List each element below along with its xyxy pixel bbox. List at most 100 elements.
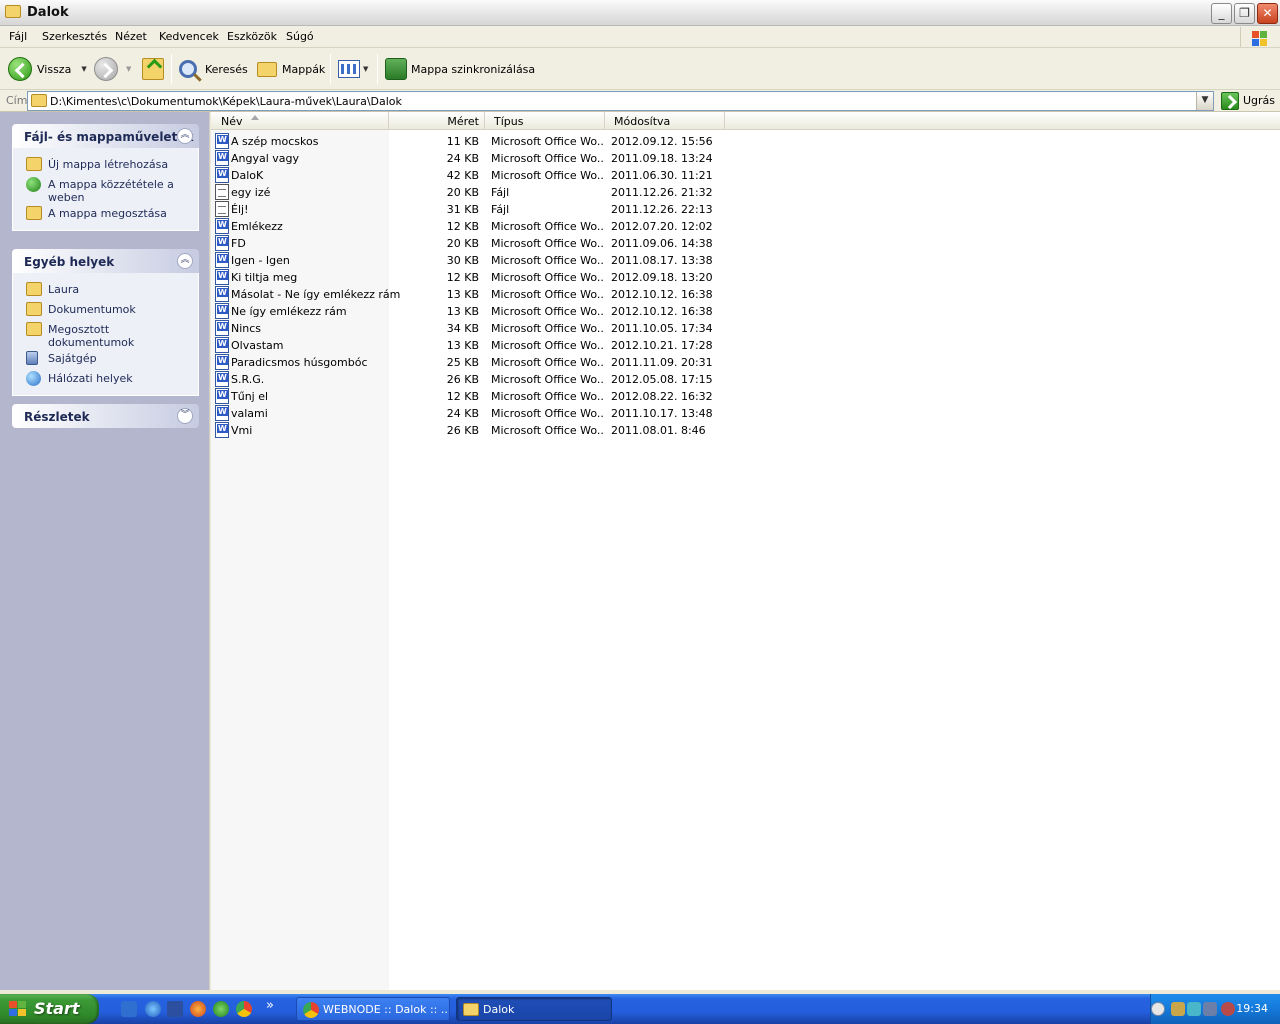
up-button[interactable] bbox=[142, 56, 164, 82]
utorrent-icon[interactable] bbox=[213, 1001, 229, 1017]
go-arrow-icon[interactable] bbox=[1221, 92, 1239, 110]
file-row[interactable]: Igen - Igen 30 KB Microsoft Office Wo... 20… bbox=[211, 252, 731, 269]
file-row[interactable]: A szép mocskos 11 KB Microsoft Office Wo..… bbox=[211, 133, 731, 150]
file-modified: 2011.10.17. 13:48 bbox=[611, 407, 713, 420]
tray-security-icon[interactable] bbox=[1221, 1002, 1235, 1016]
file-name[interactable]: valami bbox=[231, 407, 268, 420]
file-name[interactable]: Másolat - Ne így emlékezz rám bbox=[231, 288, 400, 301]
file-name[interactable]: FD bbox=[231, 237, 246, 250]
menu-file[interactable]: Fájl bbox=[9, 30, 27, 43]
file-name[interactable]: A szép mocskos bbox=[231, 135, 318, 148]
views-button[interactable]: ▼ bbox=[338, 56, 368, 82]
menu-view[interactable]: Nézet bbox=[115, 30, 147, 43]
file-name[interactable]: Ne így emlékezz rám bbox=[231, 305, 347, 318]
file-row[interactable]: DaloK 42 KB Microsoft Office Wo... 2011.06.… bbox=[211, 167, 731, 184]
forward-button[interactable]: ▼ bbox=[94, 56, 131, 82]
collapse-chevron-icon[interactable]: ︽ bbox=[177, 253, 193, 269]
file-name[interactable]: Paradicsmos húsgombóc bbox=[231, 356, 368, 369]
file-name[interactable]: S.R.G. bbox=[231, 373, 264, 386]
restore-button[interactable]: ❐ bbox=[1234, 3, 1255, 24]
back-button[interactable]: Vissza ▼ bbox=[8, 56, 87, 82]
back-dropdown-icon[interactable]: ▼ bbox=[81, 65, 86, 73]
close-button[interactable]: ✕ bbox=[1257, 3, 1278, 24]
file-name[interactable]: Igen - Igen bbox=[231, 254, 290, 267]
word-document-icon bbox=[215, 235, 229, 251]
menu-favorites[interactable]: Kedvencek bbox=[159, 30, 219, 43]
taskbar-button-dalok[interactable]: Dalok bbox=[456, 997, 612, 1021]
search-button[interactable]: Keresés bbox=[179, 56, 248, 82]
tray-network-icon[interactable] bbox=[1171, 1002, 1185, 1016]
file-row[interactable]: Másolat - Ne így emlékezz rám 13 KB Micros… bbox=[211, 286, 731, 303]
minimize-button[interactable]: _ bbox=[1211, 3, 1232, 24]
file-row[interactable]: Tűnj el 12 KB Microsoft Office Wo... 2012.0… bbox=[211, 388, 731, 405]
clock[interactable]: 19:34 bbox=[1236, 1002, 1268, 1015]
go-button[interactable]: Ugrás bbox=[1243, 94, 1275, 107]
details-panel: Részletek ︾ bbox=[12, 404, 199, 428]
file-row[interactable]: FD 20 KB Microsoft Office Wo... 2011.09.06.… bbox=[211, 235, 731, 252]
save-disk-icon[interactable] bbox=[167, 1001, 183, 1017]
column-headers: Név Méret Típus Módosítva bbox=[211, 112, 1280, 130]
quicklaunch-more-icon[interactable]: » bbox=[266, 998, 274, 1013]
file-name[interactable]: Élj! bbox=[231, 203, 248, 216]
forward-dropdown-icon[interactable]: ▼ bbox=[126, 65, 131, 73]
chrome-icon[interactable] bbox=[236, 1001, 252, 1017]
file-name[interactable]: Angyal vagy bbox=[231, 152, 299, 165]
place-network[interactable]: Hálózati helyek bbox=[13, 369, 198, 389]
place-my-computer[interactable]: Sajátgép bbox=[13, 349, 198, 369]
file-name[interactable]: Ki tiltja meg bbox=[231, 271, 297, 284]
place-shared-documents[interactable]: Megosztott dokumentumok bbox=[13, 320, 198, 349]
menu-edit[interactable]: Szerkesztés bbox=[42, 30, 107, 43]
column-header-size[interactable]: Méret bbox=[389, 112, 485, 130]
collapse-chevron-icon[interactable]: ︽ bbox=[177, 128, 193, 144]
file-row[interactable]: Olvastam 13 KB Microsoft Office Wo... 2012.… bbox=[211, 337, 731, 354]
title-bar[interactable]: Dalok _ ❐ ✕ bbox=[0, 0, 1280, 26]
column-header-name[interactable]: Név bbox=[211, 112, 389, 130]
place-laura[interactable]: Laura bbox=[13, 280, 198, 300]
word-document-icon bbox=[215, 269, 229, 285]
file-row[interactable]: egy izé 20 KB Fájl 2011.12.26. 21:32 bbox=[211, 184, 731, 201]
file-row[interactable]: Paradicsmos húsgombóc 25 KB Microsoft Offi… bbox=[211, 354, 731, 371]
column-header-modified[interactable]: Módosítva bbox=[605, 112, 725, 130]
firefox-icon[interactable] bbox=[190, 1001, 206, 1017]
file-row[interactable]: valami 24 KB Microsoft Office Wo... 2011.10… bbox=[211, 405, 731, 422]
address-path[interactable]: D:\Kimentes\c\Dokumentumok\Képek\Laura-m… bbox=[50, 95, 402, 108]
file-row[interactable]: Élj! 31 KB Fájl 2011.12.26. 22:13 bbox=[211, 201, 731, 218]
file-name[interactable]: Emlékezz bbox=[231, 220, 283, 233]
show-desktop-icon[interactable] bbox=[121, 1001, 137, 1017]
taskbar-button-webnode[interactable]: WEBNODE :: Dalok :: ... bbox=[296, 997, 450, 1021]
file-name[interactable]: Olvastam bbox=[231, 339, 283, 352]
file-row[interactable]: Angyal vagy 24 KB Microsoft Office Wo... 20… bbox=[211, 150, 731, 167]
file-row[interactable]: Nincs 34 KB Microsoft Office Wo... 2011.10.… bbox=[211, 320, 731, 337]
panel-header[interactable]: Fájl- és mappaműveletek ︽ bbox=[12, 124, 199, 148]
file-name[interactable]: Nincs bbox=[231, 322, 261, 335]
file-modified: 2011.12.26. 21:32 bbox=[611, 186, 713, 199]
sync-folder-button[interactable]: Mappa szinkronizálása bbox=[385, 56, 535, 82]
file-row[interactable]: Vmi 26 KB Microsoft Office Wo... 2011.08.01… bbox=[211, 422, 731, 439]
tray-display-icon[interactable] bbox=[1203, 1002, 1217, 1016]
file-row[interactable]: Ne így emlékezz rám 13 KB Microsoft Office… bbox=[211, 303, 731, 320]
file-row[interactable]: Ki tiltja meg 12 KB Microsoft Office Wo...… bbox=[211, 269, 731, 286]
task-publish-web[interactable]: A mappa közzététele a weben bbox=[13, 175, 198, 204]
panel-header[interactable]: Egyéb helyek ︽ bbox=[12, 249, 199, 273]
file-row[interactable]: S.R.G. 26 KB Microsoft Office Wo... 2012.05… bbox=[211, 371, 731, 388]
menu-tools[interactable]: Eszközök bbox=[227, 30, 277, 43]
expand-chevron-icon[interactable]: ︾ bbox=[177, 408, 193, 424]
file-name[interactable]: egy izé bbox=[231, 186, 270, 199]
internet-explorer-icon[interactable] bbox=[145, 1001, 161, 1017]
task-share-folder[interactable]: A mappa megosztása bbox=[13, 204, 198, 224]
file-row[interactable]: Emlékezz 12 KB Microsoft Office Wo... 2012.… bbox=[211, 218, 731, 235]
file-name[interactable]: DaloK bbox=[231, 169, 263, 182]
tray-app-icon[interactable] bbox=[1187, 1002, 1201, 1016]
place-documents[interactable]: Dokumentumok bbox=[13, 300, 198, 320]
menu-help[interactable]: Súgó bbox=[286, 30, 314, 43]
file-name[interactable]: Tűnj el bbox=[231, 390, 268, 403]
panel-header[interactable]: Részletek ︾ bbox=[12, 404, 199, 428]
tray-expand-icon[interactable] bbox=[1151, 1002, 1165, 1016]
start-button[interactable]: Start bbox=[0, 994, 99, 1024]
task-new-folder[interactable]: Új mappa létrehozása bbox=[13, 155, 198, 175]
folders-button[interactable]: Mappák bbox=[257, 56, 325, 82]
file-name[interactable]: Vmi bbox=[231, 424, 252, 437]
column-header-type[interactable]: Típus bbox=[485, 112, 605, 130]
address-dropdown-icon[interactable]: ▼ bbox=[1196, 92, 1213, 110]
address-input[interactable]: D:\Kimentes\c\Dokumentumok\Képek\Laura-m… bbox=[27, 91, 1214, 111]
